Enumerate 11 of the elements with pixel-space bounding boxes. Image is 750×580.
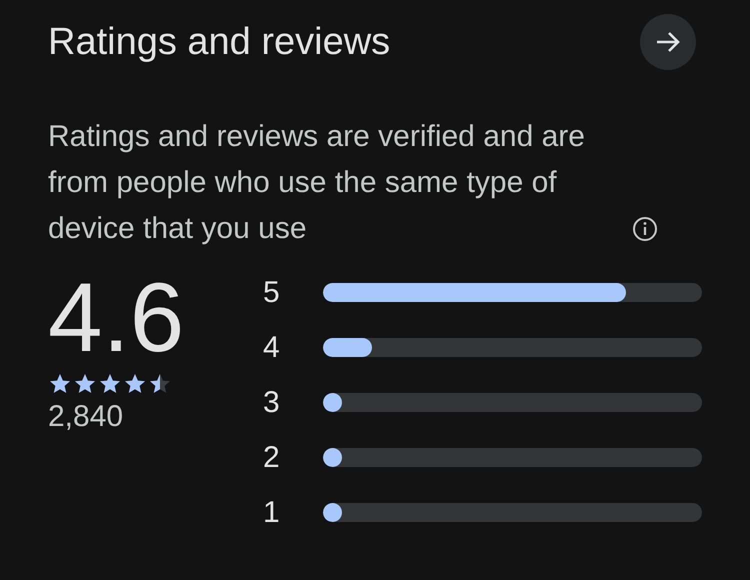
star-level-label: 4 <box>262 333 281 362</box>
arrow-icon <box>655 31 681 53</box>
section-title: Ratings and reviews <box>48 20 390 64</box>
star-level-label: 1 <box>262 498 281 527</box>
star-level-label: 5 <box>262 278 281 307</box>
description-text: Ratings and reviews are verified and are from people who use the same type of device that you use <box>48 119 586 247</box>
review-count: 2,840 <box>48 400 124 434</box>
star-level-label: 2 <box>262 443 281 472</box>
average-rating: 4.6 <box>48 262 186 372</box>
star-level-label: 3 <box>262 388 281 417</box>
info-icon[interactable] <box>632 216 658 242</box>
